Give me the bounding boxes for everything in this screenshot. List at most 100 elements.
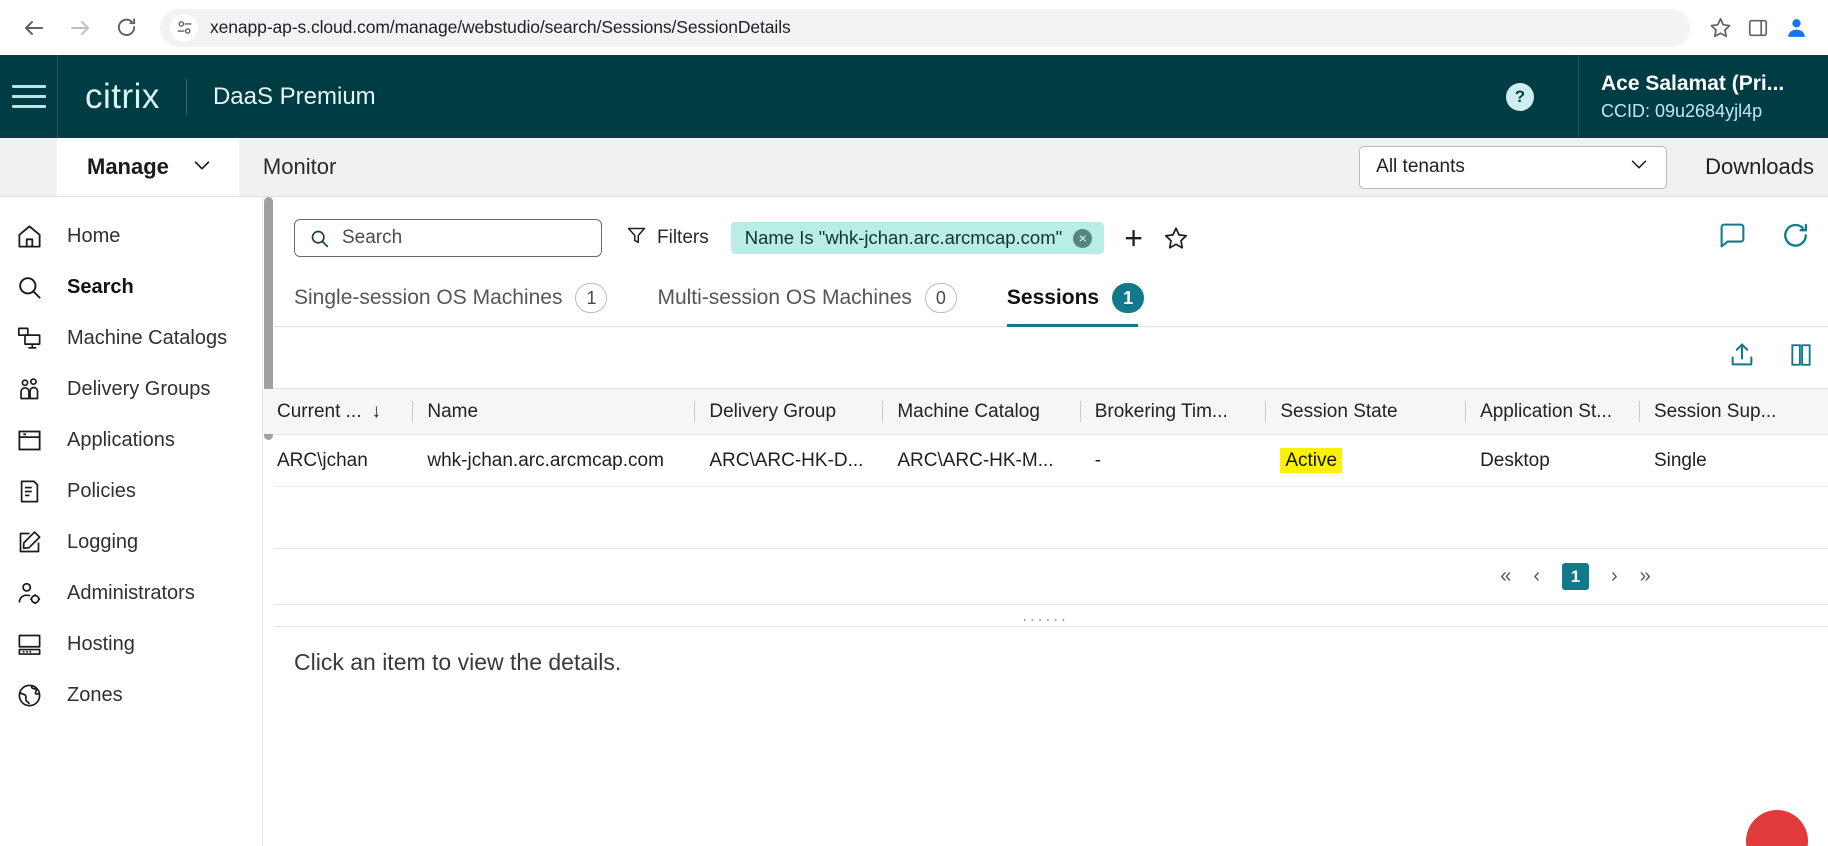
tenant-select[interactable]: All tenants [1359,145,1668,189]
column-header-name[interactable]: Name [413,388,696,435]
search-icon [309,228,330,249]
close-icon[interactable]: × [1073,228,1093,248]
sidebar-item-label: Home [67,225,121,247]
column-header-session-state[interactable]: Session State [1266,388,1467,435]
app-header: citrix DaaS Premium ? Ace Salamat (Pri..… [0,55,1828,138]
nav-tab-manage-label: Manage [87,154,169,179]
user-ccid: CCID: 09u2684yjl4p [1601,100,1763,121]
help-icon[interactable]: ? [1506,82,1534,111]
column-header-label: Name [427,400,479,422]
column-header-label: Delivery Group [709,400,837,422]
tenant-select-value: All tenants [1376,156,1465,177]
pagination-first-button[interactable]: « [1500,565,1511,588]
pagination-last-button[interactable]: » [1640,565,1651,588]
sidebar-item-policies[interactable]: Policies [0,466,262,517]
product-name: DaaS Premium [212,82,376,110]
downloads-link[interactable]: Downloads [1705,154,1828,180]
add-filter-button[interactable]: + [1124,222,1143,254]
policies-icon [12,475,46,509]
sidebar-item-home[interactable]: Home [0,211,262,262]
help-area: ? [1462,55,1578,138]
sidebar-item-label: Machine Catalogs [67,327,228,349]
column-header-machine-catalog[interactable]: Machine Catalog [883,388,1081,435]
pagination-next-button[interactable]: › [1611,565,1618,588]
column-header-label: Session Sup... [1653,400,1777,422]
column-header-label: Current ... [277,400,362,422]
column-header-application-state[interactable]: Application St... [1466,388,1640,435]
chevron-down-icon [1628,153,1650,181]
choose-columns-icon[interactable] [1788,342,1814,373]
tab-single-session-os-machines[interactable]: Single-session OS Machines 1 [294,283,629,326]
feedback-icon[interactable] [1718,221,1747,255]
hosting-icon [12,628,46,662]
tab-count-badge: 0 [924,283,957,313]
sidebar-item-logging[interactable]: Logging [0,517,262,568]
content-scrollbar[interactable] [263,197,274,846]
table-row[interactable]: ARC\jchan whk-jchan.arc.arcmcap.com ARC\… [263,434,1828,487]
sidebar-item-search[interactable]: Search [0,262,262,313]
browser-toolbar: xenapp-ap-s.cloud.com/manage/webstudio/s… [0,0,1828,55]
site-info-icon[interactable] [170,13,198,42]
tab-count-badge: 1 [575,283,608,313]
sort-arrow-down-icon[interactable]: ↓ [371,401,381,423]
sidebar-item-label: Delivery Groups [67,378,211,400]
sidebar-item-label: Search [67,276,134,298]
citrix-logo: citrix [85,76,160,116]
user-account-box[interactable]: Ace Salamat (Pri... CCID: 09u2684yjl4p [1578,55,1828,138]
body-area: Home Search Machine Catalogs Delivery Gr… [0,197,1828,846]
toolbar-right-actions [1718,221,1828,255]
sidebar-item-applications[interactable]: Applications [0,415,262,466]
secondary-nav-spacer [0,138,57,196]
active-filter-chip[interactable]: Name Is "whk-jchan.arc.arcmcap.com" × [730,222,1105,254]
bookmark-star-icon[interactable] [1702,10,1738,46]
column-header-brokering-time[interactable]: Brokering Tim... [1080,388,1267,435]
nav-tab-monitor[interactable]: Monitor [239,138,360,196]
sidebar-item-machine-catalogs[interactable]: Machine Catalogs [0,313,262,364]
back-button[interactable] [14,8,54,48]
sidebar-item-hosting[interactable]: Hosting [0,619,262,670]
forward-button[interactable] [60,8,100,48]
sidebar-item-label: Logging [67,531,139,553]
profile-avatar-icon[interactable] [1778,10,1814,46]
refresh-icon[interactable] [1781,221,1810,255]
save-search-star-icon[interactable] [1163,225,1189,251]
support-chat-button[interactable] [1746,810,1808,846]
cell-current-user: ARC\jchan [263,434,414,487]
column-header-session-support[interactable]: Session Sup... [1639,388,1828,435]
sidebar-item-label: Applications [67,429,175,451]
cell-session-state: Active [1266,434,1467,487]
home-icon [12,220,46,254]
hamburger-menu-icon[interactable] [0,55,57,138]
nav-tab-manage[interactable]: Manage [57,138,239,196]
tab-sessions[interactable]: Sessions 1 [1006,283,1166,327]
column-header-current-user[interactable]: Current ... ↓ [263,388,414,435]
address-bar[interactable]: xenapp-ap-s.cloud.com/manage/webstudio/s… [160,8,1690,47]
cell-delivery-group: ARC\ARC-HK-D... [695,434,884,487]
reload-button[interactable] [106,8,146,48]
table-actions [263,327,1828,388]
filters-button[interactable]: Filters [626,225,709,252]
sidebar-item-label: Hosting [67,633,135,655]
column-header-delivery-group[interactable]: Delivery Group [695,388,884,435]
export-icon[interactable] [1728,341,1756,374]
table-header-row: Current ... ↓ Name Delivery Group Machin… [263,388,1828,435]
tab-multi-session-os-machines[interactable]: Multi-session OS Machines 0 [657,283,978,326]
chevron-down-icon [191,154,213,181]
pagination-prev-button[interactable]: ‹ [1533,565,1540,588]
side-panel-icon[interactable] [1740,10,1776,46]
sidebar: Home Search Machine Catalogs Delivery Gr… [0,197,262,846]
filters-label: Filters [657,227,709,248]
brand-area: citrix DaaS Premium [57,55,1462,138]
search-input[interactable]: Search [294,219,602,257]
sidebar-item-delivery-groups[interactable]: Delivery Groups [0,364,262,415]
cell-name: whk-jchan.arc.arcmcap.com [413,434,696,487]
column-header-label: Application St... [1480,400,1613,422]
results-table: Current ... ↓ Name Delivery Group Machin… [263,388,1828,549]
pagination: « ‹ 1 › » [263,549,1828,605]
cell-application-state: Desktop [1466,434,1640,487]
sidebar-item-administrators[interactable]: Administrators [0,568,262,619]
panel-resize-handle[interactable]: ...... [263,605,1828,627]
sidebar-item-zones[interactable]: Zones [0,670,262,721]
pagination-page-1[interactable]: 1 [1562,563,1589,590]
search-toolbar: Search Filters Name Is "whk-jchan.arc.ar… [263,197,1828,257]
